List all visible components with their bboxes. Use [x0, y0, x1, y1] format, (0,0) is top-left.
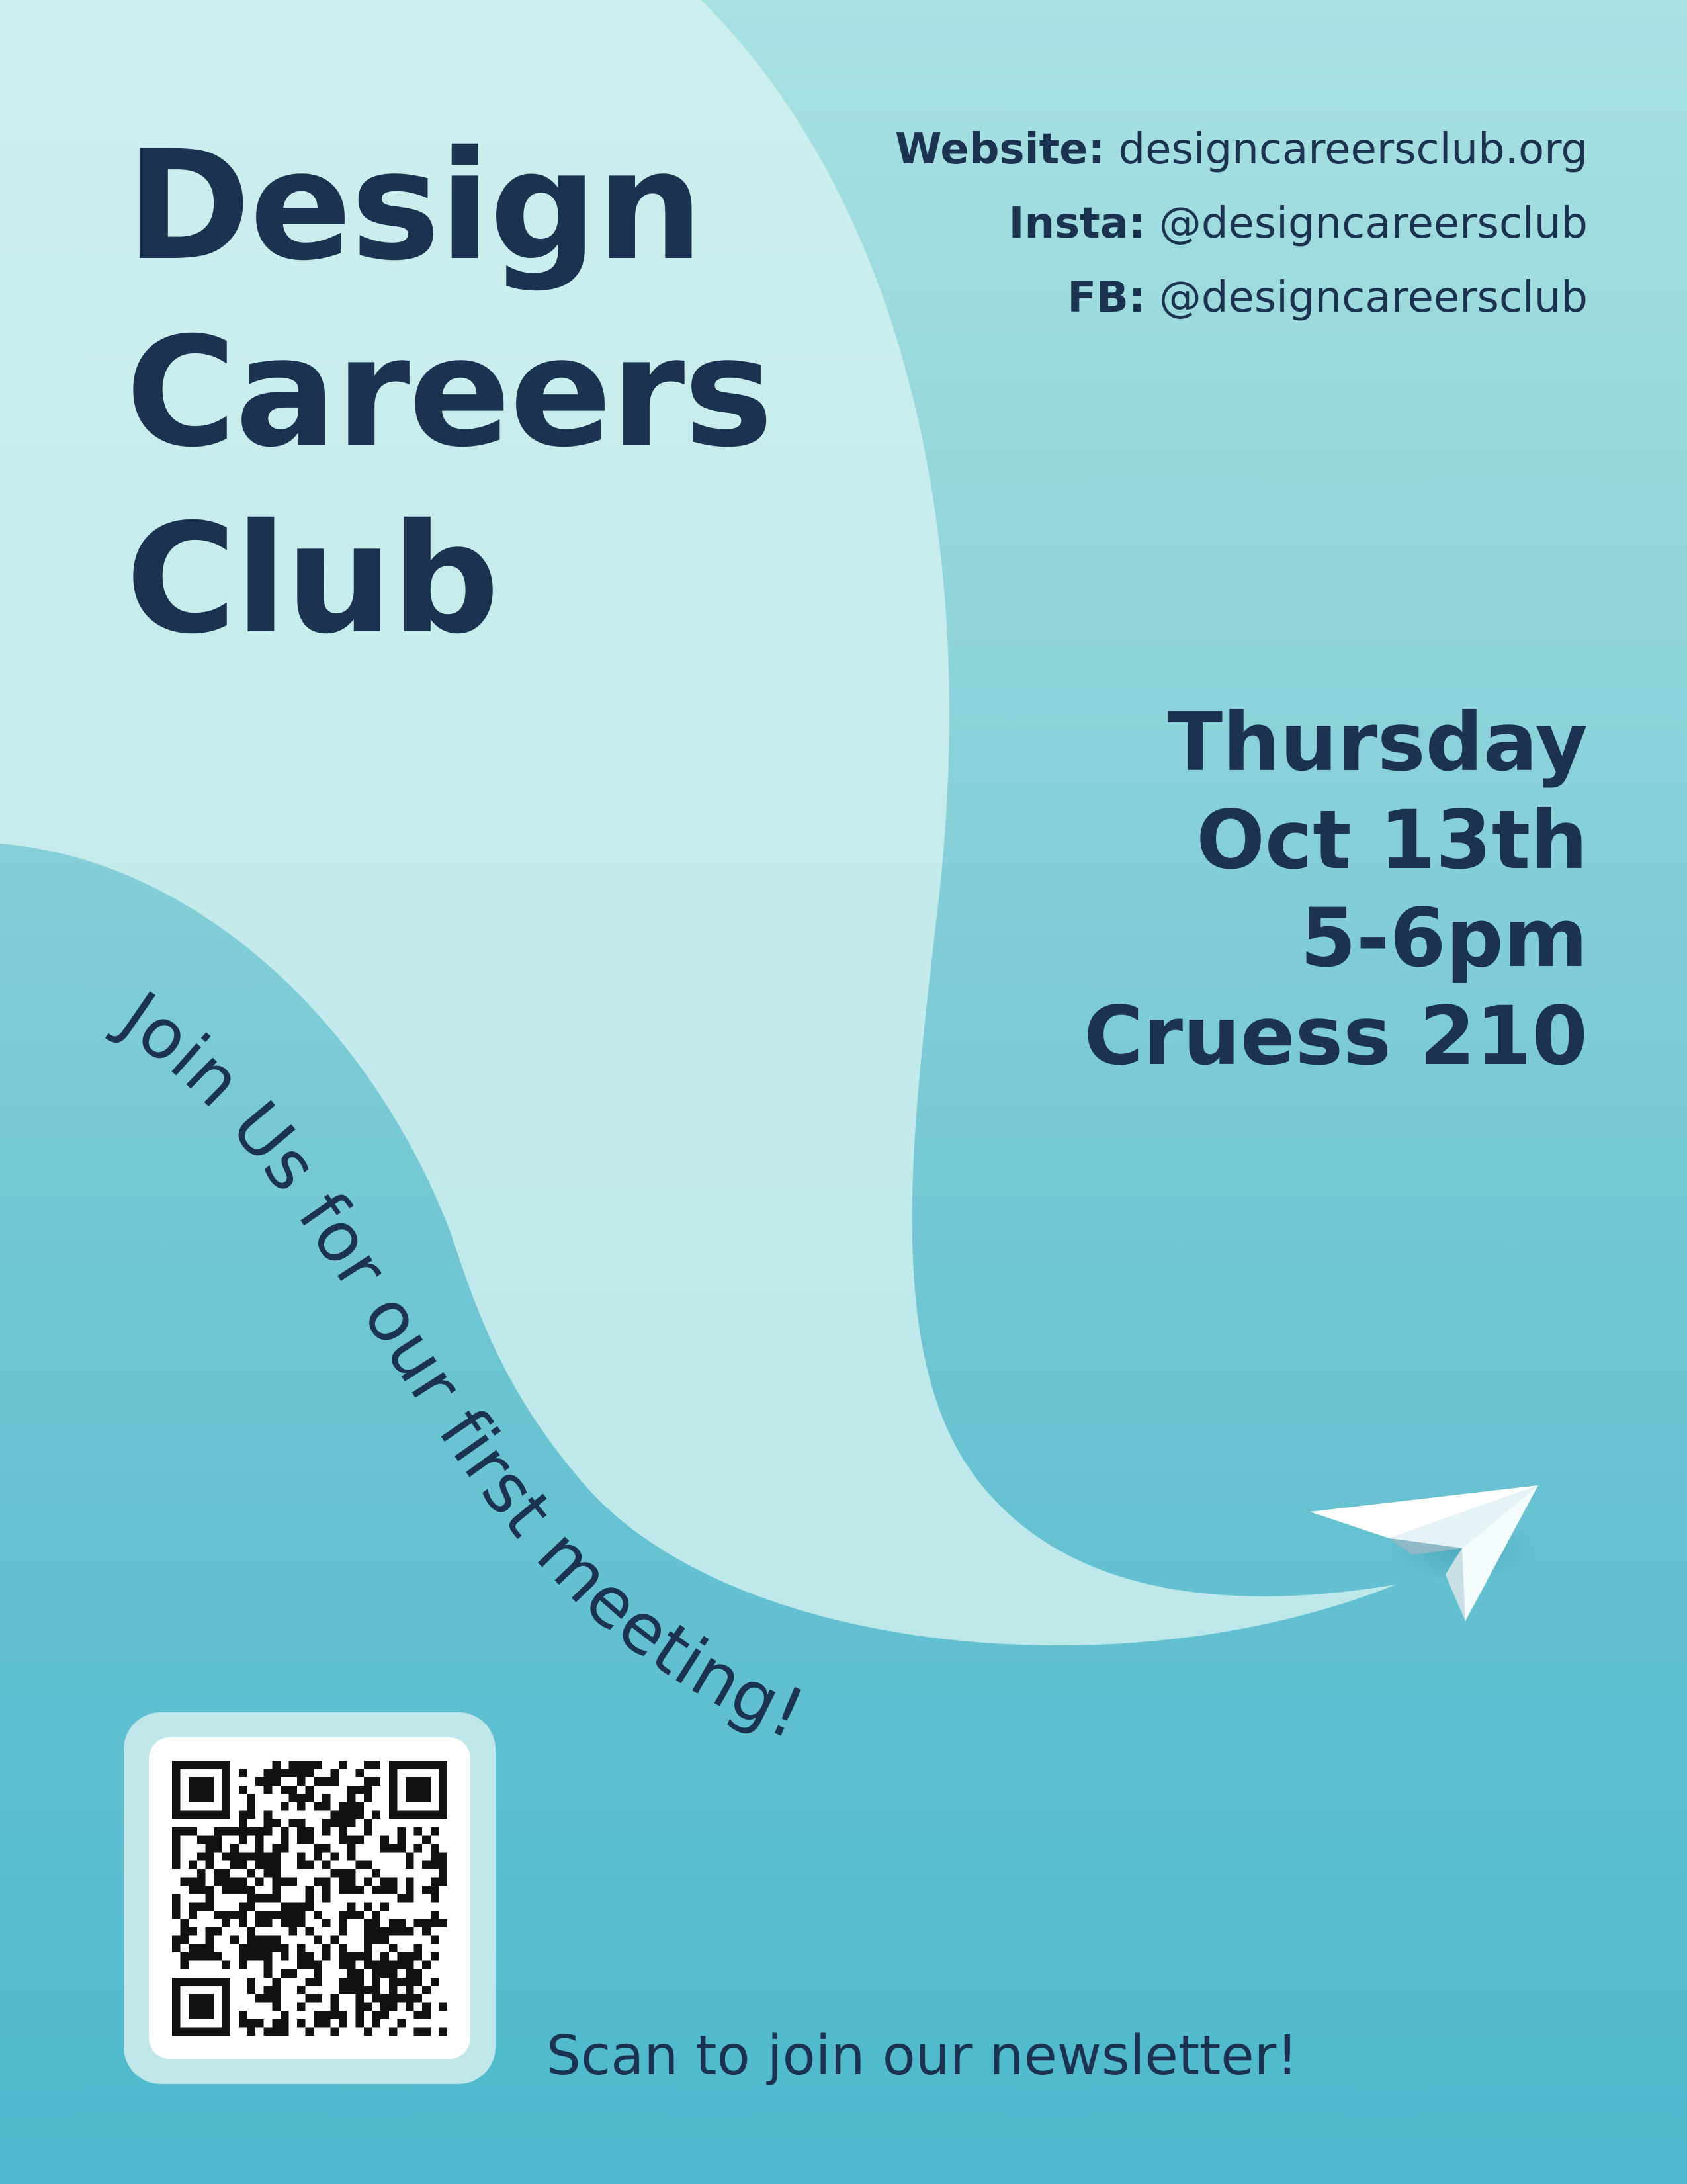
paper-plane-icon — [1310, 1485, 1538, 1621]
event-time: 5-6pm — [1300, 891, 1588, 985]
title-line-3: Club — [126, 491, 499, 667]
contact-website-value[interactable]: designcareersclub.org — [1119, 125, 1588, 174]
title-line-1: Design — [126, 118, 703, 294]
title-line-2: Careers — [126, 304, 773, 480]
contact-list: Website: designcareersclub.org Insta: @d… — [895, 112, 1588, 335]
contact-insta-label: Insta: — [1008, 199, 1146, 248]
contact-insta-value[interactable]: @designcareersclub — [1159, 199, 1588, 248]
qr-code-frame — [124, 1712, 496, 2084]
qr-code[interactable] — [172, 1761, 447, 2036]
club-title: Design Careers Club — [126, 112, 773, 672]
newsletter-caption: Scan to join our newsletter! — [546, 2025, 1299, 2087]
qr-code-card — [149, 1737, 470, 2059]
contact-website-label: Website: — [895, 125, 1105, 174]
event-day: Thursday — [1167, 695, 1588, 789]
flyer: Design Careers Club Website: designcaree… — [0, 0, 1687, 2184]
contact-fb-value[interactable]: @designcareersclub — [1159, 273, 1588, 322]
event-date: Oct 13th — [1196, 793, 1588, 887]
contact-insta: Insta: @designcareersclub — [895, 187, 1588, 261]
contact-fb-label: FB: — [1067, 273, 1146, 322]
event-details: Thursday Oct 13th 5-6pm Cruess 210 — [1084, 693, 1588, 1085]
event-location: Cruess 210 — [1084, 989, 1588, 1083]
contact-website: Website: designcareersclub.org — [895, 112, 1588, 187]
contact-fb: FB: @designcareersclub — [895, 261, 1588, 335]
